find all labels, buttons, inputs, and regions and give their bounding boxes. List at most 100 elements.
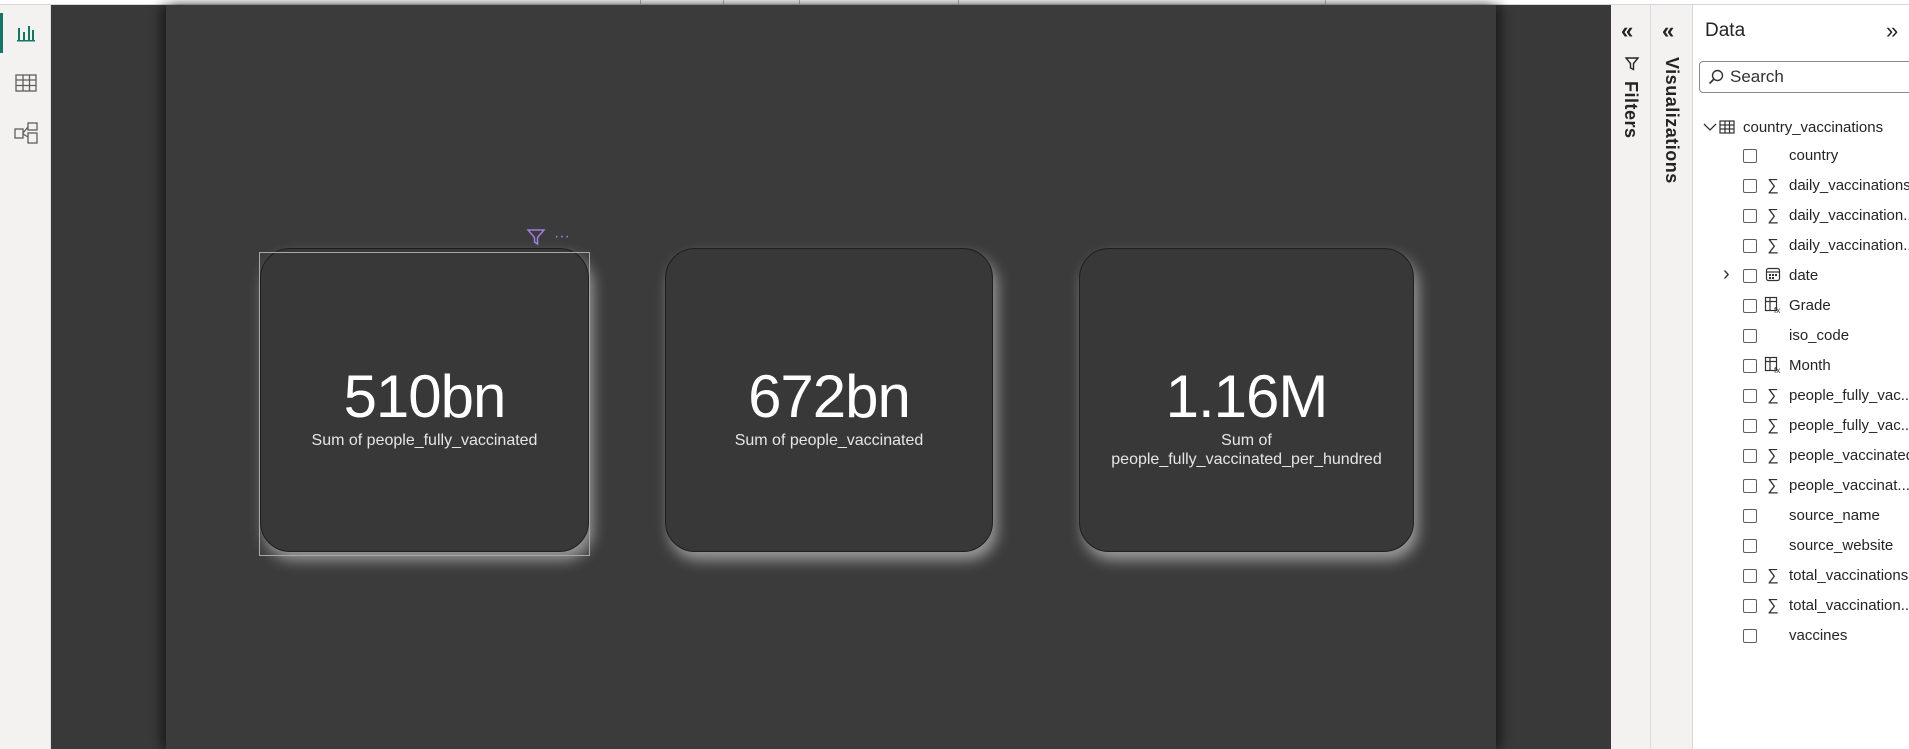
field-item[interactable]: fx Grade xyxy=(1693,291,1909,321)
table-name: country_vaccinations xyxy=(1743,118,1884,136)
text-field-icon xyxy=(1764,146,1782,166)
field-item[interactable]: fx Month xyxy=(1693,351,1909,381)
text-field-icon xyxy=(1764,506,1782,526)
field-item[interactable]: › date xyxy=(1693,261,1909,291)
field-checkbox[interactable] xyxy=(1743,359,1757,373)
table-icon xyxy=(1719,120,1735,134)
card-value: 1.16M xyxy=(1165,363,1329,430)
field-checkbox[interactable] xyxy=(1743,269,1757,283)
field-item[interactable]: ∑ people_vaccinated xyxy=(1693,441,1909,471)
view-switcher-rail xyxy=(0,5,51,749)
field-item[interactable]: ∑ daily_vaccinations xyxy=(1693,171,1909,201)
field-item[interactable]: ∑ daily_vaccination... xyxy=(1693,201,1909,231)
field-name: iso_code xyxy=(1789,327,1850,344)
field-checkbox[interactable] xyxy=(1743,479,1757,493)
card-people-vaccinated[interactable]: 672bn Sum of people_vaccinated xyxy=(665,248,993,552)
filter-icon xyxy=(1625,57,1639,71)
field-checkbox[interactable] xyxy=(1743,599,1757,613)
sigma-icon: ∑ xyxy=(1767,387,1779,404)
more-options-icon[interactable]: ··· xyxy=(554,229,570,245)
sigma-icon: ∑ xyxy=(1767,597,1779,614)
sigma-icon: ∑ xyxy=(1767,477,1779,494)
filters-pane-collapsed[interactable]: « Filters xyxy=(1611,5,1651,749)
field-item[interactable]: iso_code xyxy=(1693,321,1909,351)
filters-label[interactable]: Filters xyxy=(1620,81,1641,139)
field-checkbox[interactable] xyxy=(1743,629,1757,643)
svg-text:fx: fx xyxy=(1774,306,1780,314)
data-pane: Data » country_vaccinations country ∑ dail… xyxy=(1693,5,1909,749)
search-icon xyxy=(1708,69,1724,85)
field-name: total_vaccination... xyxy=(1789,597,1909,614)
collapse-data-pane-icon[interactable]: » xyxy=(1886,18,1898,44)
data-search-field[interactable] xyxy=(1699,61,1909,93)
filter-icon[interactable] xyxy=(526,228,546,246)
field-name: daily_vaccination... xyxy=(1789,237,1909,254)
sigma-icon: ∑ xyxy=(1767,207,1779,224)
field-checkbox[interactable] xyxy=(1743,419,1757,433)
field-item[interactable]: source_name xyxy=(1693,501,1909,531)
field-item[interactable]: ∑ people_vaccinat... xyxy=(1693,471,1909,501)
field-name: total_vaccinations xyxy=(1789,567,1909,584)
model-view-button[interactable] xyxy=(0,109,51,157)
calendar-icon xyxy=(1764,266,1782,286)
card-label: Sum of people_vaccinated xyxy=(734,432,924,449)
field-name: people_vaccinated xyxy=(1789,447,1909,464)
field-checkbox[interactable] xyxy=(1743,299,1757,313)
field-checkbox[interactable] xyxy=(1743,449,1757,463)
field-item[interactable]: ∑ people_fully_vac... xyxy=(1693,411,1909,441)
expand-filters-icon[interactable]: « xyxy=(1621,20,1633,42)
sigma-icon: ∑ xyxy=(1767,177,1779,194)
text-field-icon xyxy=(1764,326,1782,346)
field-name: source_name xyxy=(1789,507,1880,524)
field-name: date xyxy=(1789,267,1819,284)
field-checkbox[interactable] xyxy=(1743,149,1757,163)
expand-visualizations-icon[interactable]: « xyxy=(1662,20,1674,42)
field-name: people_fully_vac... xyxy=(1789,417,1909,434)
field-item[interactable]: country xyxy=(1693,141,1909,171)
text-field-icon xyxy=(1764,626,1782,646)
power-bi-desktop-window: ··· 510bn Sum of people_fully_vaccinated… xyxy=(0,0,1909,749)
field-item[interactable]: ∑ total_vaccinations xyxy=(1693,561,1909,591)
field-name: people_fully_vac... xyxy=(1789,387,1909,404)
report-view-button[interactable] xyxy=(0,9,51,57)
chevron-right-icon[interactable]: › xyxy=(1723,263,1730,286)
sigma-icon: ∑ xyxy=(1767,417,1779,434)
visualizations-pane-collapsed[interactable]: « Visualizations xyxy=(1651,5,1693,749)
field-item[interactable]: ∑ total_vaccination... xyxy=(1693,591,1909,621)
field-checkbox[interactable] xyxy=(1743,179,1757,193)
search-input[interactable] xyxy=(1730,67,1909,87)
table-grid-icon xyxy=(14,74,37,92)
text-field-icon xyxy=(1764,536,1782,556)
field-name: country xyxy=(1789,147,1839,164)
field-name: people_vaccinat... xyxy=(1789,477,1909,494)
svg-text:fx: fx xyxy=(1774,366,1780,374)
field-item[interactable]: ∑ people_fully_vac... xyxy=(1693,381,1909,411)
field-checkbox[interactable] xyxy=(1743,509,1757,523)
field-name: Month xyxy=(1789,357,1831,374)
field-checkbox[interactable] xyxy=(1743,209,1757,223)
sigma-icon: ∑ xyxy=(1767,567,1779,584)
field-checkbox[interactable] xyxy=(1743,329,1757,343)
bar-chart-icon xyxy=(16,26,35,42)
field-name: vaccines xyxy=(1789,627,1848,644)
card-people-fully-vaccinated-per-hundred[interactable]: 1.16M Sum of people_fully_vaccinated_per… xyxy=(1079,248,1414,552)
selected-visual-outline[interactable] xyxy=(259,252,590,556)
sigma-icon: ∑ xyxy=(1767,447,1779,464)
visual-header: ··· xyxy=(526,226,586,248)
card-label: Sum of people_fully_vaccinated_per_hundr… xyxy=(1111,432,1382,468)
field-checkbox[interactable] xyxy=(1743,539,1757,553)
model-diagram-icon xyxy=(13,122,38,144)
table-node-country-vaccinations[interactable]: country_vaccinations xyxy=(1703,115,1909,139)
table-view-button[interactable] xyxy=(0,59,51,107)
field-checkbox[interactable] xyxy=(1743,569,1757,583)
field-name: Grade xyxy=(1789,297,1831,314)
field-checkbox[interactable] xyxy=(1743,239,1757,253)
field-name: daily_vaccination... xyxy=(1789,207,1909,224)
field-item[interactable]: ∑ daily_vaccination... xyxy=(1693,231,1909,261)
field-item[interactable]: vaccines xyxy=(1693,621,1909,651)
field-checkbox[interactable] xyxy=(1743,389,1757,403)
chevron-down-icon[interactable] xyxy=(1703,122,1717,132)
visualizations-label[interactable]: Visualizations xyxy=(1661,57,1682,184)
card-value: 672bn xyxy=(748,363,911,430)
field-item[interactable]: source_website xyxy=(1693,531,1909,561)
